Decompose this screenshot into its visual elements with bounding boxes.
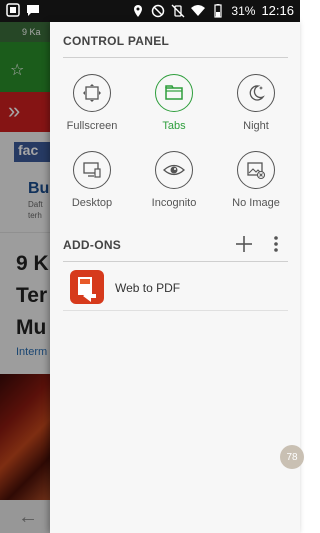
message-icon [27,5,39,16]
notification-icon [6,3,20,17]
addon-web-to-pdf[interactable]: Web to PDF [63,270,288,306]
wifi-icon [191,4,206,16]
tabs-toggle[interactable]: Tabs [136,74,212,132]
more-options-icon[interactable] [272,234,280,254]
battery-percent: 31% [231,3,256,18]
control-panel-title: CONTROL PANEL [63,34,170,48]
control-panel-drawer: CONTROL PANEL Fullscreen Tabs Night Desk… [50,22,300,533]
tile-label: Tabs [162,120,186,132]
desktop-icon [73,151,111,189]
night-toggle[interactable]: Night [218,74,294,132]
incognito-icon [155,151,193,189]
web-to-pdf-icon [70,270,104,304]
location-icon [134,4,143,17]
clock: 12:16 [261,3,294,18]
tile-label: No Image [232,197,280,209]
list-divider [63,310,288,311]
scroll-position-badge[interactable]: 78 [280,445,304,469]
tabs-icon [155,74,193,112]
no-image-toggle[interactable]: No Image [218,151,294,209]
do-not-disturb-icon [152,4,165,17]
incognito-toggle[interactable]: Incognito [136,151,212,209]
section-divider [63,57,288,58]
fullscreen-toggle[interactable]: Fullscreen [54,74,130,132]
tile-label: Incognito [151,197,197,209]
battery-icon [214,3,223,18]
tile-label: Night [243,120,269,132]
section-divider [63,261,288,262]
fullscreen-icon [73,74,111,112]
desktop-toggle[interactable]: Desktop [54,151,130,209]
no-image-icon [237,151,275,189]
tile-label: Desktop [71,197,113,209]
tile-label: Fullscreen [66,120,118,132]
addon-label: Web to PDF [115,281,181,295]
night-icon [237,74,275,112]
vibrate-off-icon [171,4,185,17]
addons-title: ADD-ONS [63,238,122,252]
status-bar: 31% 12:16 [0,0,300,22]
add-addon-plus-icon[interactable] [234,234,254,254]
